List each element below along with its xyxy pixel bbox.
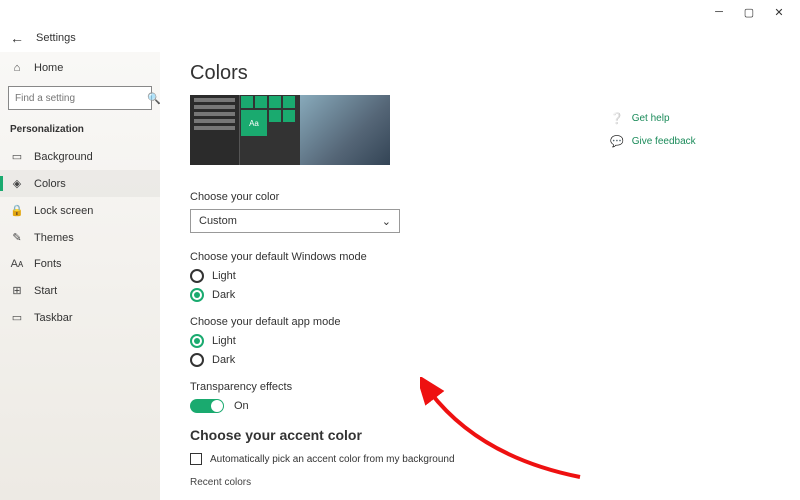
- auto-accent-label: Automatically pick an accent color from …: [210, 454, 455, 465]
- search-input[interactable]: [15, 93, 147, 104]
- transparency-toggle[interactable]: [190, 399, 224, 413]
- app-mode-group: Choose your default app mode Light Dark: [190, 316, 774, 367]
- sidebar-item-colors[interactable]: ◈ Colors: [0, 170, 160, 197]
- color-preview: Aa: [190, 95, 390, 165]
- radio-icon: [190, 353, 204, 367]
- header: ← Settings: [0, 24, 800, 52]
- maximize-button[interactable]: ▢: [734, 2, 764, 22]
- colors-icon: ◈: [10, 177, 24, 190]
- radio-icon: [190, 269, 204, 283]
- sidebar-item-fonts[interactable]: Aᴀ Fonts: [0, 251, 160, 277]
- window-title: Settings: [36, 32, 76, 44]
- checkbox-icon: [190, 453, 202, 465]
- sidebar-group-label: Personalization: [0, 120, 160, 143]
- windows-mode-dark[interactable]: Dark: [190, 288, 774, 302]
- auto-accent-row[interactable]: Automatically pick an accent color from …: [190, 453, 774, 465]
- sidebar-item-lockscreen[interactable]: 🔒 Lock screen: [0, 197, 160, 224]
- app-mode-label: Choose your default app mode: [190, 316, 774, 328]
- lock-icon: 🔒: [10, 204, 24, 217]
- windows-mode-label: Choose your default Windows mode: [190, 251, 774, 263]
- taskbar-icon: ▭: [10, 311, 24, 324]
- app-mode-light[interactable]: Light: [190, 334, 774, 348]
- fonts-icon: Aᴀ: [10, 258, 24, 270]
- sidebar-item-label: Fonts: [34, 258, 62, 270]
- choose-color-label: Choose your color: [190, 191, 774, 203]
- titlebar: ─ ▢ ✕: [0, 0, 800, 24]
- transparency-group: Transparency effects On: [190, 381, 774, 413]
- search-icon: 🔍: [147, 92, 161, 105]
- radio-label: Dark: [212, 289, 235, 301]
- home-icon: ⌂: [10, 62, 24, 74]
- minimize-button[interactable]: ─: [704, 2, 734, 22]
- background-icon: ▭: [10, 150, 24, 163]
- page-title: Colors: [190, 62, 774, 85]
- sidebar: ⌂ Home 🔍 Personalization ▭ Background ◈ …: [0, 52, 160, 500]
- sidebar-item-label: Colors: [34, 178, 66, 190]
- sidebar-item-start[interactable]: ⊞ Start: [0, 277, 160, 304]
- content-area: ❔ Get help 💬 Give feedback Colors Aa: [160, 52, 800, 500]
- back-icon[interactable]: ←: [10, 30, 24, 46]
- give-feedback-row[interactable]: 💬 Give feedback: [610, 135, 770, 148]
- right-pane: ❔ Get help 💬 Give feedback: [610, 112, 770, 158]
- sidebar-item-taskbar[interactable]: ▭ Taskbar: [0, 304, 160, 331]
- preview-tile-text: Aa: [241, 110, 267, 136]
- sidebar-item-label: Themes: [34, 232, 74, 244]
- sidebar-item-label: Background: [34, 151, 93, 163]
- themes-icon: ✎: [10, 231, 24, 244]
- sidebar-item-label: Taskbar: [34, 312, 73, 324]
- get-help-row[interactable]: ❔ Get help: [610, 112, 770, 125]
- settings-window: ─ ▢ ✕ ← Settings ⌂ Home 🔍 Personalizatio…: [0, 0, 800, 500]
- help-icon: ❔: [610, 112, 624, 125]
- radio-label: Dark: [212, 354, 235, 366]
- sidebar-item-label: Start: [34, 285, 57, 297]
- sidebar-item-themes[interactable]: ✎ Themes: [0, 224, 160, 251]
- start-icon: ⊞: [10, 284, 24, 297]
- home-label: Home: [34, 62, 63, 74]
- sidebar-item-background[interactable]: ▭ Background: [0, 143, 160, 170]
- sidebar-item-label: Lock screen: [34, 205, 93, 217]
- get-help-link[interactable]: Get help: [632, 113, 670, 124]
- choose-color-select[interactable]: Custom ⌄: [190, 209, 400, 233]
- feedback-icon: 💬: [610, 135, 624, 148]
- sidebar-home[interactable]: ⌂ Home: [0, 56, 160, 80]
- radio-label: Light: [212, 335, 236, 347]
- accent-heading: Choose your accent color: [190, 427, 774, 443]
- give-feedback-link[interactable]: Give feedback: [632, 136, 696, 147]
- radio-icon: [190, 334, 204, 348]
- radio-label: Light: [212, 270, 236, 282]
- windows-mode-group: Choose your default Windows mode Light D…: [190, 251, 774, 302]
- radio-icon: [190, 288, 204, 302]
- close-button[interactable]: ✕: [764, 2, 794, 22]
- transparency-label: Transparency effects: [190, 381, 774, 393]
- recent-colors-label: Recent colors: [190, 477, 774, 488]
- search-box[interactable]: 🔍: [8, 86, 152, 110]
- app-mode-dark[interactable]: Dark: [190, 353, 774, 367]
- transparency-state: On: [234, 400, 249, 412]
- choose-color-value: Custom: [199, 215, 237, 227]
- windows-mode-light[interactable]: Light: [190, 269, 774, 283]
- chevron-down-icon: ⌄: [382, 215, 391, 228]
